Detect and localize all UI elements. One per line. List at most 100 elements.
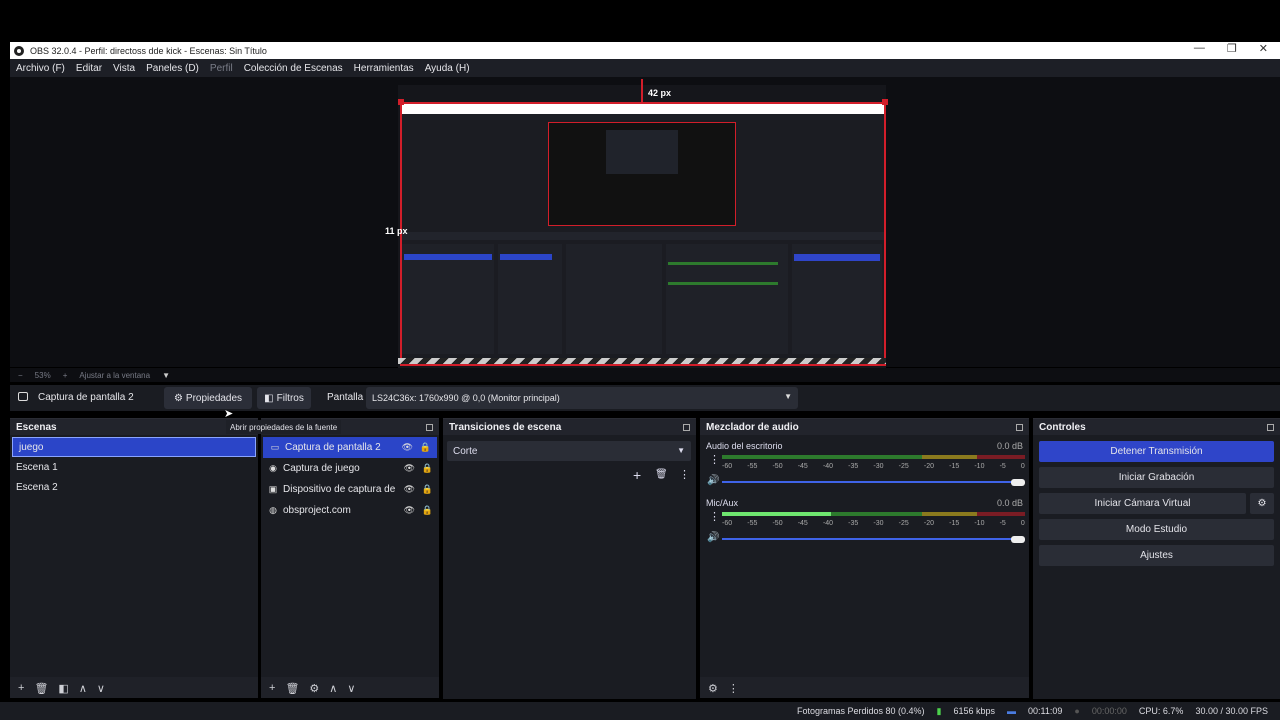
zoom-dropdown-icon[interactable]: ▼: [162, 371, 170, 380]
more-options-icon[interactable]: ⋮: [679, 468, 690, 481]
more-options-icon[interactable]: ⋮: [709, 453, 720, 466]
studio-mode-button[interactable]: Modo Estudio: [1039, 519, 1274, 540]
speaker-icon[interactable]: 🔊: [707, 475, 719, 486]
eye-icon[interactable]: 👁: [402, 442, 413, 453]
move-up-icon[interactable]: ∧: [79, 682, 87, 695]
volume-slider-handle[interactable]: [1011, 536, 1025, 543]
transition-select[interactable]: Corte ▼: [447, 441, 691, 461]
lock-icon[interactable]: 🔒: [420, 442, 431, 453]
title-bar: OBS 32.0.4 - Perfil: directoss dde kick …: [10, 42, 1280, 59]
filters-button[interactable]: ◧ Filtros: [257, 387, 311, 409]
source-label: Captura de juego: [283, 463, 360, 474]
audio-meter: ⋮ -60 -55 -50 -45 -40 -35 -30 -25 -20 -15 -10 -5 0: [700, 453, 1029, 470]
move-down-icon[interactable]: ∨: [347, 682, 355, 695]
menu-coleccion-escenas[interactable]: Colección de Escenas: [244, 63, 343, 74]
menu-editar[interactable]: Editar: [76, 63, 102, 74]
close-button[interactable]: ✕: [1259, 42, 1268, 55]
lock-icon[interactable]: 🔒: [422, 484, 433, 495]
mixer-title-bar: Mezclador de audio: [700, 419, 1029, 435]
stop-streaming-button[interactable]: Detener Transmisión: [1039, 441, 1274, 462]
source-item[interactable]: ▭ Captura de pantalla 2 👁 🔒: [263, 437, 437, 458]
menu-perfil[interactable]: Perfil: [210, 63, 233, 74]
stream-time: 00:11:09: [1028, 706, 1063, 716]
fit-window-button[interactable]: Ajustar a la ventana: [79, 371, 150, 380]
top-offset-guide: [641, 79, 643, 102]
eye-icon[interactable]: 👁: [404, 505, 415, 516]
volume-slider[interactable]: [722, 538, 1023, 540]
eye-icon[interactable]: 👁: [404, 484, 415, 495]
source-item[interactable]: ◍ obsproject.com 👁 🔒: [261, 500, 439, 521]
add-transition-icon[interactable]: +: [633, 467, 641, 483]
zoom-percent[interactable]: 53%: [35, 371, 51, 380]
add-scene-icon[interactable]: +: [18, 682, 24, 694]
undock-icon[interactable]: [1016, 423, 1023, 431]
volume-slider[interactable]: [722, 481, 1023, 483]
selected-source-outline[interactable]: [400, 102, 886, 366]
scene-item-escena-2[interactable]: Escena 2: [10, 477, 258, 497]
scenes-dock: Escenas juego Escena 1 Escena 2 + 🗑 ◧ ∧ …: [10, 418, 258, 698]
move-up-icon[interactable]: ∧: [329, 682, 337, 695]
corner-handle[interactable]: [398, 99, 404, 105]
filters-label: Filtros: [276, 392, 304, 404]
menu-ayuda[interactable]: Ayuda (H): [425, 63, 470, 74]
cpu-usage: CPU: 6.7%: [1138, 706, 1184, 716]
zoom-out-button[interactable]: −: [18, 371, 23, 380]
lock-icon[interactable]: 🔒: [422, 505, 433, 516]
source-item[interactable]: ◉ Captura de juego 👁 🔒: [261, 458, 439, 479]
channel-db: 0.0 dB: [996, 498, 1023, 508]
bitrate: 6156 kbps: [953, 706, 996, 716]
eye-icon[interactable]: 👁: [404, 463, 415, 474]
menu-archivo[interactable]: Archivo (F): [16, 63, 65, 74]
transitions-body: Corte ▼ + 🗑 ⋮: [443, 435, 696, 699]
speaker-icon[interactable]: 🔊: [707, 532, 719, 543]
transitions-title-bar: Transiciones de escena: [443, 419, 696, 435]
audio-meter: ⋮ -60 -55 -50 -45 -40 -35 -30 -25 -20 -15 -10 -5 0: [700, 510, 1029, 527]
sources-list: ▭ Captura de pantalla 2 👁 🔒 ◉ Captura de…: [261, 435, 439, 677]
volume-slider-handle[interactable]: [1011, 479, 1025, 486]
move-down-icon[interactable]: ∨: [97, 682, 105, 695]
virtual-camera-settings-icon[interactable]: ⚙: [1250, 493, 1274, 514]
more-options-icon[interactable]: ⋮: [728, 682, 739, 695]
source-settings-icon[interactable]: ⚙: [309, 682, 319, 695]
undock-icon[interactable]: [683, 423, 690, 431]
source-item[interactable]: ▣ Dispositivo de captura de 👁 🔒: [261, 479, 439, 500]
add-source-icon[interactable]: +: [269, 682, 275, 694]
start-virtual-camera-button[interactable]: Iniciar Cámara Virtual: [1039, 493, 1246, 514]
zoom-in-button[interactable]: +: [63, 371, 68, 380]
remove-scene-icon[interactable]: 🗑: [34, 682, 48, 695]
lock-icon[interactable]: 🔒: [422, 463, 433, 474]
more-options-icon[interactable]: ⋮: [709, 510, 720, 523]
display-select[interactable]: LS24C36x: 1760x990 @ 0,0 (Monitor princi…: [366, 387, 798, 409]
meter-ticks: -60 -55 -50 -45 -40 -35 -30 -25 -20 -15 -10 -5 0: [722, 520, 1025, 527]
scene-filters-icon[interactable]: ◧: [58, 682, 68, 695]
meter-ticks: -60 -55 -50 -45 -40 -35 -30 -25 -20 -15 -10 -5 0: [722, 463, 1025, 470]
remove-source-icon[interactable]: 🗑: [285, 682, 299, 695]
maximize-button[interactable]: ❐: [1227, 42, 1237, 55]
menu-herramientas[interactable]: Herramientas: [354, 63, 414, 74]
scene-item-juego[interactable]: juego: [12, 437, 256, 457]
menu-vista[interactable]: Vista: [113, 63, 135, 74]
mixer-toolbar: ⚙ ⋮: [700, 677, 1029, 699]
sources-toolbar: + 🗑 ⚙ ∧ ∨: [261, 677, 439, 699]
controls-body: Detener Transmisión Iniciar Grabación In…: [1033, 435, 1280, 699]
corner-handle[interactable]: [882, 99, 888, 105]
menu-bar: Archivo (F) Editar Vista Paneles (D) Per…: [10, 59, 1280, 77]
settings-button[interactable]: Ajustes: [1039, 545, 1274, 566]
properties-button[interactable]: ⚙ Propiedades: [164, 387, 252, 409]
current-source-name: Captura de pantalla 2: [38, 392, 134, 403]
undock-icon[interactable]: [426, 423, 433, 431]
undock-icon[interactable]: [1267, 423, 1274, 431]
record-time: 00:00:00: [1091, 706, 1127, 716]
start-recording-button[interactable]: Iniciar Grabación: [1039, 467, 1274, 488]
menu-paneles[interactable]: Paneles (D): [146, 63, 199, 74]
meter-level: [722, 512, 831, 516]
minimize-button[interactable]: —: [1194, 42, 1205, 55]
chevron-down-icon: ▼: [677, 446, 685, 455]
mouse-cursor-icon: ➤: [224, 408, 234, 420]
advanced-audio-icon[interactable]: ⚙: [708, 682, 718, 695]
mixer-body: Audio del escritorio 0.0 dB ⋮ -60 -55 -50-…: [700, 435, 1029, 677]
transitions-dock: Transiciones de escena Corte ▼ + 🗑 ⋮: [443, 418, 696, 699]
scene-item-escena-1[interactable]: Escena 1: [10, 457, 258, 477]
remove-transition-icon[interactable]: 🗑: [655, 469, 668, 480]
stream-icon: ▬: [1007, 706, 1017, 716]
